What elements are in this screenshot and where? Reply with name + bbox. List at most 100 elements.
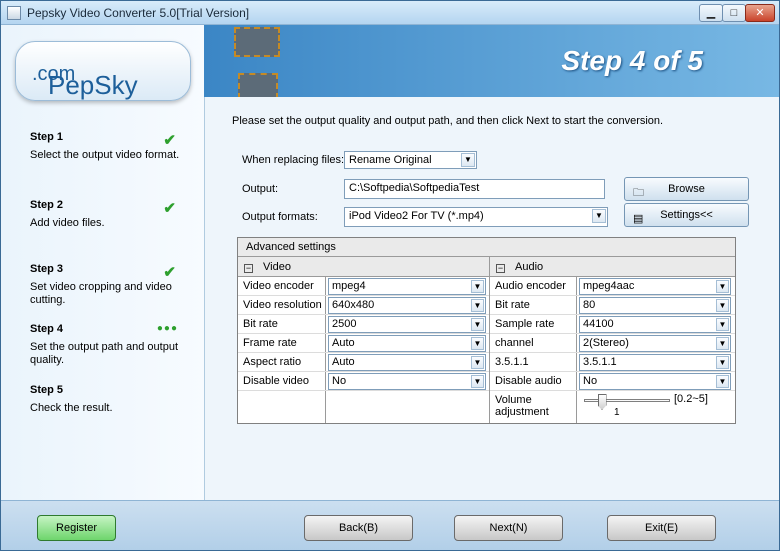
- aspect-ratio-select[interactable]: Auto ▼: [328, 354, 486, 371]
- audio-section: − Audio Audio encoder mpeg4aac ▼ Bit rate …: [490, 257, 735, 423]
- checkmark-icon: ✔: [163, 132, 176, 149]
- collapse-icon[interactable]: −: [496, 264, 505, 273]
- app-icon: [7, 6, 21, 20]
- volume-slider-thumb[interactable]: [597, 394, 607, 410]
- disable-video-select[interactable]: No ▼: [328, 373, 486, 390]
- version-select[interactable]: 3.5.1.1 ▼: [579, 354, 731, 371]
- sample-rate-select[interactable]: 44100 ▼: [579, 316, 731, 333]
- minimize-button[interactable]: ▁: [699, 4, 723, 22]
- step-desc: Add video files.: [30, 217, 105, 229]
- table-row: Disable audio No ▼: [490, 372, 735, 391]
- advanced-settings-title: Advanced settings: [238, 238, 735, 257]
- row-label: Sample rate: [495, 318, 555, 330]
- table-row: Aspect ratio Auto ▼: [238, 353, 489, 372]
- table-row: Video resolution 640x480 ▼: [238, 296, 489, 315]
- table-row: 3.5.1.1 3.5.1.1 ▼: [490, 353, 735, 372]
- browse-button[interactable]: 🗀 Browse: [624, 177, 749, 201]
- step-title: Step 5: [30, 384, 64, 396]
- row-label: Bit rate: [243, 318, 278, 330]
- video-section: − Video Video encoder mpeg4 ▼ Video resolu…: [238, 257, 490, 423]
- output-format-select[interactable]: iPod Video2 For TV (*.mp4) ▼: [344, 207, 608, 227]
- step-indicator: Step 4 of 5: [561, 45, 703, 76]
- replace-select[interactable]: Rename Original ▼: [344, 151, 477, 169]
- progress-dots-icon: ●●●: [156, 323, 178, 334]
- output-path-field[interactable]: C:\Softpedia\SoftpediaTest: [344, 179, 605, 199]
- main-content: Please set the output quality and output…: [204, 97, 779, 500]
- chevron-down-icon: ▼: [471, 337, 484, 350]
- step-desc: Set video cropping and video cutting.: [30, 281, 172, 306]
- chevron-down-icon: ▼: [716, 375, 729, 388]
- video-resolution-select[interactable]: 640x480 ▼: [328, 297, 486, 314]
- pepsky-logo: PepSky .com: [15, 41, 191, 101]
- chevron-down-icon: ▼: [471, 356, 484, 369]
- close-button[interactable]: ✕: [745, 4, 775, 22]
- step-banner: Step 4 of 5: [204, 25, 779, 97]
- step-item-1: Step 1 ✔ Select the output video format.: [30, 131, 190, 162]
- step-desc: Select the output video format.: [30, 149, 180, 161]
- replace-label: When replacing files:: [242, 154, 345, 166]
- register-button[interactable]: Register: [37, 515, 116, 541]
- video-bitrate-select[interactable]: 2500 ▼: [328, 316, 486, 333]
- advanced-settings-panel: Advanced settings − Video Video encoder m…: [237, 237, 736, 424]
- folder-icon: 🗀: [633, 187, 644, 199]
- step-item-5: Step 5 Check the result.: [30, 384, 190, 415]
- step-item-4: Step 4 ●●● Set the output path and outpu…: [30, 323, 190, 367]
- checkmark-icon: ✔: [163, 264, 176, 281]
- next-button[interactable]: Next(N): [454, 515, 563, 541]
- chevron-down-icon: ▼: [716, 356, 729, 369]
- checkmark-icon: ✔: [163, 200, 176, 217]
- row-label: Video resolution: [243, 299, 322, 311]
- audio-section-header[interactable]: − Audio: [490, 257, 735, 277]
- chevron-down-icon: ▼: [471, 280, 484, 293]
- channel-select[interactable]: 2(Stereo) ▼: [579, 335, 731, 352]
- step-item-2: Step 2 ✔ Add video files.: [30, 199, 190, 230]
- disable-audio-select[interactable]: No ▼: [579, 373, 731, 390]
- volume-range: [0.2~5]: [674, 393, 708, 405]
- chevron-down-icon: ▼: [716, 337, 729, 350]
- film-strip-icon: [234, 27, 280, 57]
- volume-slider[interactable]: [584, 394, 670, 410]
- sidebar: PepSky .com Step 1 ✔ Select the output vi…: [1, 25, 204, 500]
- row-label: Audio encoder: [495, 280, 566, 292]
- bottom-bar: Register Back(B) Next(N) Exit(E): [1, 500, 779, 550]
- main-window: Pepsky Video Converter 5.0[Trial Version…: [0, 0, 780, 551]
- table-row: Bit rate 80 ▼: [490, 296, 735, 315]
- collapse-icon[interactable]: −: [244, 264, 253, 273]
- step-desc: Check the result.: [30, 402, 113, 414]
- title-bar: Pepsky Video Converter 5.0[Trial Version…: [1, 1, 779, 25]
- exit-button[interactable]: Exit(E): [607, 515, 716, 541]
- frame-rate-select[interactable]: Auto ▼: [328, 335, 486, 352]
- audio-encoder-select[interactable]: mpeg4aac ▼: [579, 278, 731, 295]
- chevron-down-icon: ▼: [471, 375, 484, 388]
- window-title: Pepsky Video Converter 5.0[Trial Version…: [27, 6, 250, 20]
- chevron-down-icon: ▼: [471, 318, 484, 331]
- chevron-down-icon: ▼: [471, 299, 484, 312]
- audio-bitrate-select[interactable]: 80 ▼: [579, 297, 731, 314]
- film-strip-icon: [238, 73, 278, 97]
- step-item-3: Step 3 ✔ Set video cropping and video cu…: [30, 263, 190, 307]
- row-label: Disable audio: [495, 375, 562, 387]
- video-encoder-select[interactable]: mpeg4 ▼: [328, 278, 486, 295]
- chevron-down-icon: ▼: [716, 299, 729, 312]
- row-label: 3.5.1.1: [495, 356, 529, 368]
- table-row: Volume adjustment [0.2~5] 1: [490, 391, 735, 421]
- chevron-down-icon: ▼: [716, 318, 729, 331]
- output-label: Output:: [242, 183, 279, 195]
- formats-label: Output formats:: [242, 211, 318, 223]
- table-row: Video encoder mpeg4 ▼: [238, 277, 489, 296]
- row-label: Aspect ratio: [243, 356, 302, 368]
- chevron-down-icon: ▼: [592, 209, 606, 223]
- settings-button[interactable]: ▤ Settings<<: [624, 203, 749, 227]
- row-label: Disable video: [243, 375, 310, 387]
- maximize-button[interactable]: □: [722, 4, 746, 22]
- row-label: Volume adjustment: [495, 394, 549, 418]
- row-label: channel: [495, 337, 534, 349]
- chevron-down-icon: ▼: [461, 153, 475, 167]
- step-desc: Set the output path and output quality.: [30, 341, 179, 366]
- row-label: Bit rate: [495, 299, 530, 311]
- back-button[interactable]: Back(B): [304, 515, 413, 541]
- settings-icon: ▤: [633, 213, 644, 225]
- instructions: Please set the output quality and output…: [232, 115, 664, 127]
- table-row: Audio encoder mpeg4aac ▼: [490, 277, 735, 296]
- video-section-header[interactable]: − Video: [238, 257, 489, 277]
